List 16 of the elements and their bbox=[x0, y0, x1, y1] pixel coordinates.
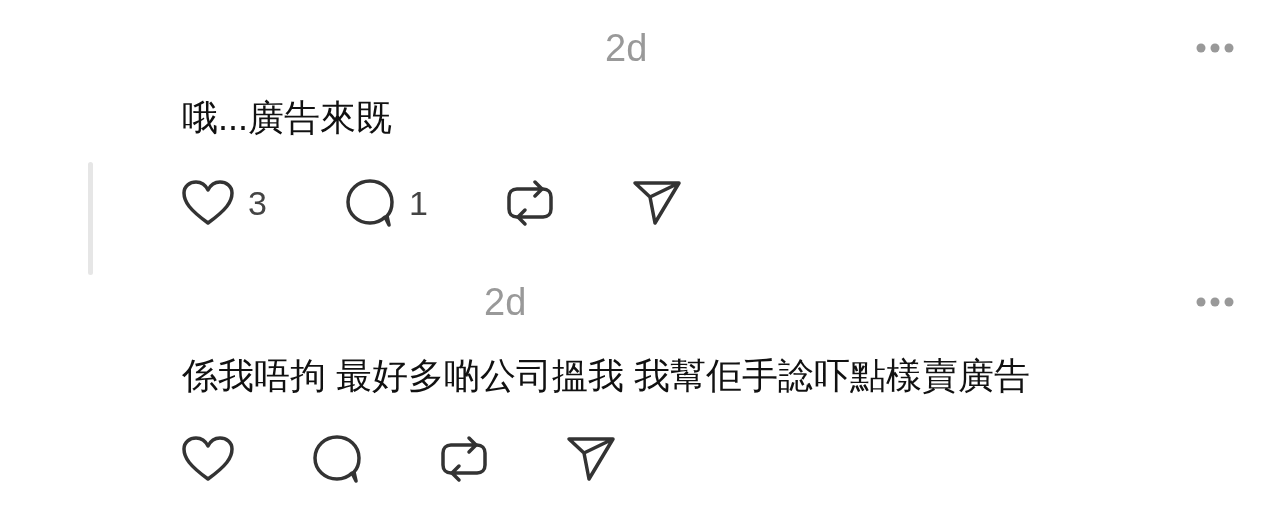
repost-icon[interactable] bbox=[505, 178, 554, 228]
paper-plane-icon[interactable] bbox=[566, 436, 616, 482]
more-options-icon[interactable] bbox=[1196, 43, 1234, 53]
repost-icon[interactable] bbox=[440, 434, 488, 484]
more-options-icon[interactable] bbox=[1196, 297, 1234, 307]
speech-bubble-icon[interactable] bbox=[312, 435, 362, 483]
comment-text: 哦...廣告來既 bbox=[182, 96, 393, 140]
comment-text: 係我唔拘 最好多啲公司搵我 我幫佢手諗吓點樣賣廣告 bbox=[182, 354, 1031, 398]
heart-icon[interactable] bbox=[182, 180, 234, 226]
heart-icon[interactable] bbox=[182, 436, 234, 482]
count: 1 bbox=[408, 183, 428, 223]
timestamp: 2d bbox=[484, 280, 527, 324]
timestamp: 2d bbox=[605, 26, 648, 70]
count: 3 bbox=[248, 183, 267, 223]
paper-plane-icon[interactable] bbox=[631, 180, 682, 226]
speech-bubble-icon[interactable] bbox=[344, 179, 395, 227]
